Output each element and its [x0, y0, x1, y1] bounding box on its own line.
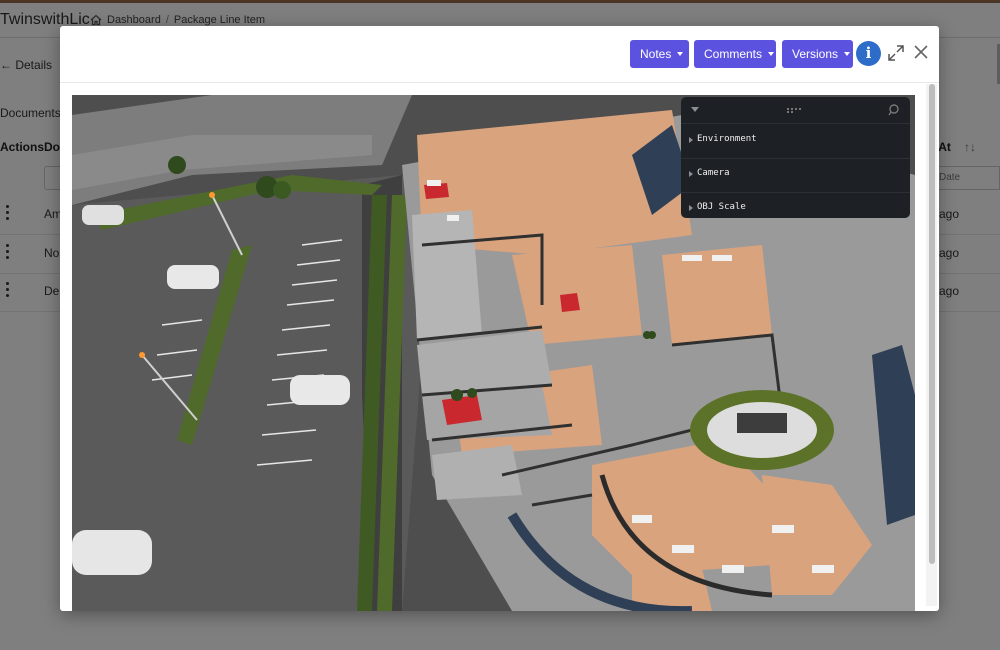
model-3d-viewport[interactable]: Environment Camera OBJ Scale: [72, 95, 915, 611]
search-icon[interactable]: [887, 103, 901, 117]
expand-icon[interactable]: [886, 43, 906, 63]
close-icon[interactable]: [912, 43, 930, 61]
collapse-triangle-icon[interactable]: [691, 107, 699, 112]
folder-environment[interactable]: Environment: [681, 124, 910, 159]
drag-handle-icon[interactable]: [786, 108, 804, 114]
expand-triangle-icon: [689, 205, 693, 211]
folder-label: OBJ Scale: [697, 202, 746, 212]
folder-label: Environment: [697, 134, 757, 144]
model-viewer-modal: Notes Comments Versions i Environment Ca…: [60, 26, 939, 611]
caret-down-icon: [844, 52, 851, 56]
comments-button[interactable]: Comments: [694, 40, 776, 68]
folder-obj-scale[interactable]: OBJ Scale: [681, 192, 910, 218]
caret-down-icon: [677, 52, 684, 56]
modal-toolbar: Notes Comments Versions i: [60, 26, 939, 83]
notes-label: Notes: [640, 47, 672, 61]
modal-scrollbar-thumb[interactable]: [929, 84, 935, 564]
expand-triangle-icon: [689, 171, 693, 177]
notes-button[interactable]: Notes: [630, 40, 689, 68]
panel-title-bar[interactable]: [681, 97, 910, 124]
scene-settings-panel: Environment Camera OBJ Scale: [681, 97, 910, 218]
info-button[interactable]: i: [856, 41, 881, 66]
info-icon: i: [865, 44, 872, 62]
versions-button[interactable]: Versions: [782, 40, 853, 68]
versions-label: Versions: [792, 47, 839, 61]
expand-triangle-icon: [689, 137, 693, 143]
comments-label: Comments: [704, 47, 763, 61]
folder-camera[interactable]: Camera: [681, 158, 910, 193]
caret-down-icon: [768, 52, 775, 56]
folder-label: Camera: [697, 168, 730, 178]
